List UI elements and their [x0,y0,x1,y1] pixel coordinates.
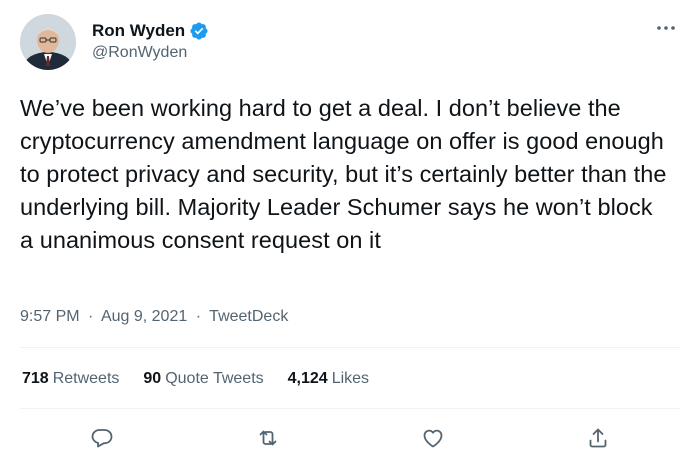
retweets-count: 718 [22,370,49,387]
likes-count: 4,124 [287,370,328,387]
retweets-stat[interactable]: 718 Retweets [22,370,119,388]
retweets-label: Retweets [52,370,120,387]
heart-icon[interactable] [419,424,447,452]
tweet-time[interactable]: 9:57 PM [20,308,80,325]
author-names: Ron Wyden @RonWyden [92,20,209,62]
verified-badge-icon [189,21,209,41]
tweet-stats: 718 Retweets 90 Quote Tweets 4,124 Likes [22,370,393,388]
likes-label: Likes [331,370,370,387]
tweet-source[interactable]: TweetDeck [209,308,288,325]
avatar-image [20,14,76,70]
meta-separator: · [195,308,202,325]
avatar[interactable] [20,14,76,70]
quote-tweets-stat[interactable]: 90 Quote Tweets [143,370,263,388]
more-options-icon[interactable] [654,20,678,36]
share-icon[interactable] [584,424,612,452]
retweet-icon[interactable] [254,424,282,452]
quote-tweets-count: 90 [143,370,162,387]
likes-stat[interactable]: 4,124 Likes [288,370,369,388]
divider [20,347,680,348]
tweet-text: We’ve been working hard to get a deal. I… [20,95,667,253]
reply-icon[interactable] [88,424,116,452]
tweet-meta: 9:57 PM · Aug 9, 2021 · TweetDeck [20,308,288,326]
display-name[interactable]: Ron Wyden [92,21,185,41]
tweet-header: Ron Wyden @RonWyden [20,14,680,74]
tweet-date[interactable]: Aug 9, 2021 [101,308,187,325]
meta-separator: · [88,308,94,325]
divider [20,408,680,409]
quote-tweets-label: Quote Tweets [165,370,264,387]
handle[interactable]: @RonWyden [92,44,209,62]
display-name-row: Ron Wyden [92,20,209,42]
tweet-actions [0,424,700,454]
